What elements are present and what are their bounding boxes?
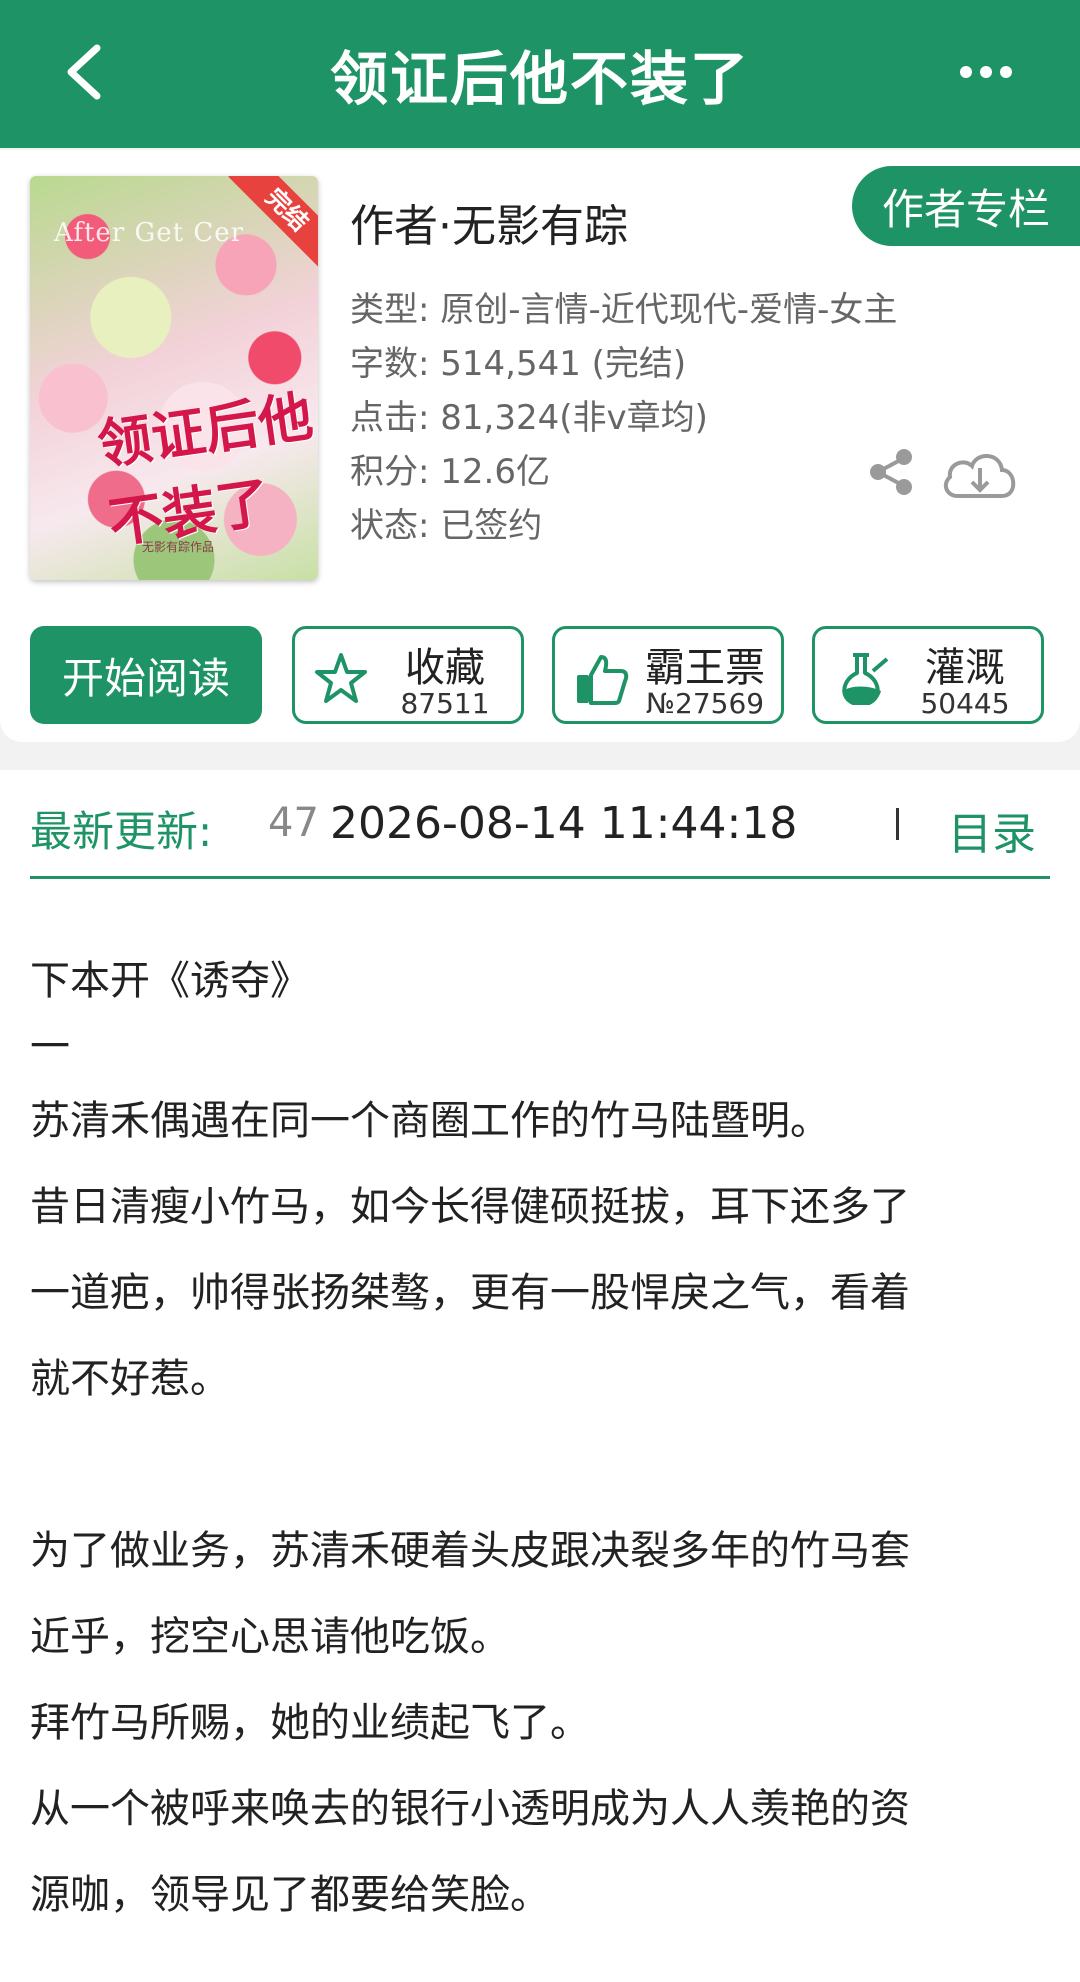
watering-flask-icon — [842, 653, 889, 705]
book-word-count: 字数: 514,541 (完结) — [350, 344, 687, 384]
book-clicks: 点击: 81,324(非v章均) — [350, 398, 708, 438]
latest-update-time: 2026-08-14 11:44:18 — [330, 798, 798, 849]
more-horizontal-icon — [960, 66, 1012, 78]
favorite-count: 87511 — [400, 687, 490, 720]
synopsis-line: 近乎，挖空心思请他吃饭。 — [30, 1614, 510, 1660]
synopsis-line: 下本开《诱夺》 — [30, 958, 310, 1004]
book-status: 状态: 已签约 — [350, 506, 543, 546]
ticket-button[interactable]: 霸王票 №27569 — [552, 626, 784, 724]
synopsis-line: 源咖，领导见了都要给笑脸。 — [30, 1872, 550, 1918]
cover-english-title: After Get Cer — [54, 218, 245, 248]
start-reading-button[interactable]: 开始阅读 — [30, 626, 262, 724]
book-info-card: After Get Cer 领证后他不装了 无影有踪作品 完结 作者·无影有踪 … — [0, 150, 1080, 742]
synopsis-line: 苏清禾偶遇在同一个商圈工作的竹马陆暨明。 — [30, 1098, 830, 1144]
nutrient-label: 灌溉 — [925, 645, 1005, 691]
synopsis-section: 下本开《诱夺》 一 苏清禾偶遇在同一个商圈工作的竹马陆暨明。 昔日清瘦小竹马，如… — [0, 910, 1080, 1982]
more-button[interactable] — [936, 32, 1036, 112]
divider — [896, 808, 899, 840]
nutrient-count: 50445 — [920, 687, 1010, 720]
cover-author-text: 无影有踪作品 — [142, 540, 215, 554]
favorite-button[interactable]: 收藏 87511 — [292, 626, 524, 724]
latest-update-label: 最新更新: — [30, 807, 213, 856]
book-type: 类型: 原创-言情-近代现代-爱情-女主 — [350, 290, 898, 330]
synopsis-line: 拜竹马所赐，她的业绩起飞了。 — [30, 1700, 590, 1746]
latest-chapter-number: 47 — [268, 800, 319, 846]
cover-chinese-title: 领证后他不装了 — [93, 384, 317, 556]
nutrient-button[interactable]: 灌溉 50445 — [812, 626, 1044, 724]
author-column-button[interactable]: 作者专栏 — [852, 166, 1080, 246]
ticket-label: 霸王票 — [645, 645, 765, 691]
author-name[interactable]: 作者·无影有踪 — [350, 190, 628, 254]
ticket-count: №27569 — [645, 687, 765, 720]
favorite-label: 收藏 — [405, 645, 485, 691]
synopsis-line: 一道疤，帅得张扬桀骜，更有一股悍戾之气，看着 — [30, 1270, 910, 1316]
share-icon[interactable] — [866, 446, 918, 498]
top-bar: 领证后他不装了 — [0, 0, 1080, 148]
cloud-download-icon[interactable] — [938, 444, 1022, 504]
star-icon — [315, 653, 367, 703]
synopsis-line: 一 — [30, 1024, 70, 1070]
table-of-contents-link[interactable]: 目录 — [948, 798, 1036, 862]
synopsis-line: 昔日清瘦小竹马，如今长得健硕挺拔，耳下还多了 — [30, 1184, 910, 1230]
synopsis-line: 为了做业务，苏清禾硬着头皮跟决裂多年的竹马套 — [30, 1528, 910, 1574]
synopsis-line: 从一个被呼来唤去的银行小透明成为人人羡艳的资 — [30, 1786, 910, 1832]
latest-update-row[interactable]: 最新更新: 47 2026-08-14 11:44:18 目录 — [0, 770, 1080, 910]
chevron-left-icon — [67, 44, 101, 100]
back-button[interactable] — [44, 32, 124, 112]
page-title: 领证后他不装了 — [329, 45, 750, 113]
book-score: 积分: 12.6亿 — [350, 452, 550, 492]
underline-divider — [30, 876, 1050, 879]
book-cover[interactable]: After Get Cer 领证后他不装了 无影有踪作品 完结 — [30, 176, 318, 580]
thumbs-up-icon — [577, 655, 629, 705]
synopsis-line: 就不好惹。 — [30, 1356, 230, 1402]
